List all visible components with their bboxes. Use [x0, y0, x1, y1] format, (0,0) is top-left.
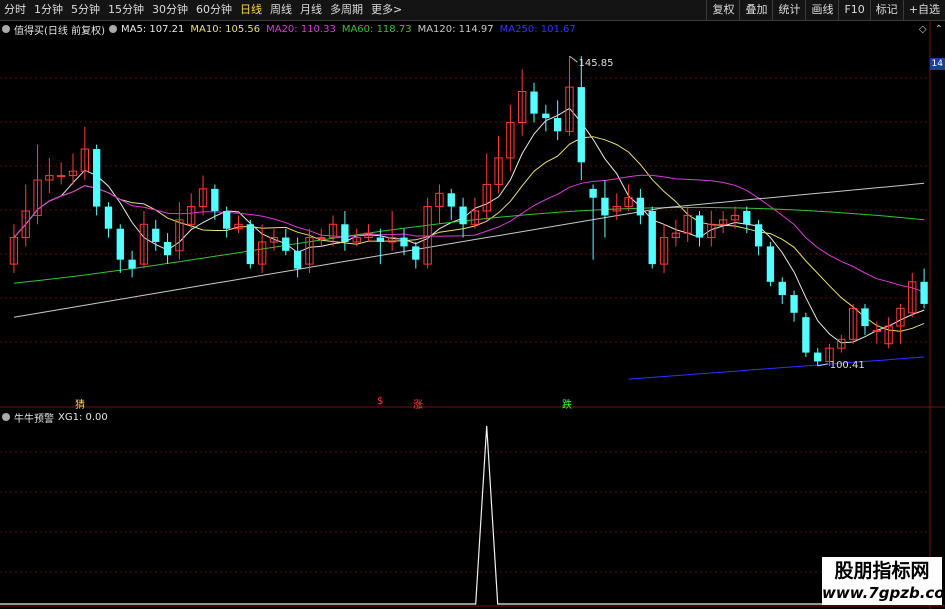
indicator-toggle-icon[interactable] [2, 413, 10, 421]
candle-body [790, 295, 798, 313]
high-label: 145.85 [578, 58, 613, 69]
candle-body [163, 241, 172, 256]
candle-body [293, 250, 302, 269]
legend-toggle-icon[interactable] [2, 25, 10, 33]
ma250-value: MA250: 101.67 [499, 23, 576, 35]
period-tab[interactable]: 15分钟 [104, 0, 148, 20]
candle-body [341, 224, 349, 242]
ma60-line [13, 206, 925, 284]
candle-body [246, 224, 254, 265]
period-tab[interactable]: 30分钟 [148, 0, 192, 20]
candle-body [152, 228, 160, 242]
sub-legend: 牛牛预警 XG1: 0.00 [2, 410, 108, 425]
signal-label: 跌 [562, 400, 572, 411]
candle-body [778, 281, 786, 296]
candle-body [447, 193, 455, 207]
high-pointer [569, 55, 578, 63]
candle-body [814, 352, 822, 362]
period-tab[interactable]: 5分钟 [67, 0, 104, 20]
candle-body [400, 237, 408, 247]
period-tab[interactable]: 分时 [0, 0, 30, 20]
candle-body [282, 237, 290, 251]
signal-label: 涨 [413, 400, 423, 411]
period-tab[interactable]: 60分钟 [192, 0, 236, 20]
candle-body [223, 211, 231, 229]
ma5-value: MA5: 107.21 [120, 23, 185, 35]
diamond-icon[interactable]: ◇ [919, 24, 927, 35]
ma120-value: MA120: 114.97 [417, 23, 494, 35]
candle-body [872, 329, 881, 332]
toolbar-button[interactable]: 叠加 [739, 0, 772, 20]
period-tab[interactable]: 日线 [236, 0, 266, 20]
candle-body [211, 188, 219, 211]
watermark-title: 股朋指标网 [834, 560, 930, 582]
candle-body [104, 206, 113, 229]
candle-body [128, 259, 136, 269]
ma20-line [13, 174, 925, 293]
watermark: 股朋指标网 www.7gpzb.com [822, 557, 945, 605]
ma10-value: MA10: 105.56 [190, 23, 261, 35]
candle-body [116, 228, 124, 260]
toolbar-button[interactable]: F10 [838, 0, 869, 20]
toolbar-button[interactable]: +自选 [902, 0, 945, 20]
toolbar-button[interactable]: 画线 [805, 0, 838, 20]
toolbar-button[interactable]: 统计 [772, 0, 805, 20]
period-tab[interactable]: 周线 [266, 0, 296, 20]
candle-body [861, 308, 869, 327]
candle-body [920, 281, 928, 304]
candle-body [530, 91, 538, 114]
xg1-line [0, 425, 930, 605]
ma120-line [13, 182, 925, 318]
candle-body [459, 206, 467, 225]
candle-body [695, 215, 704, 238]
candle-body [589, 188, 597, 198]
candle-body [802, 317, 810, 353]
ma5-line [13, 107, 925, 344]
right-controls: ◇ ⌃ [919, 22, 943, 36]
toolbar-buttons: 复权 叠加 统计 画线 F10 标记 +自选 [706, 0, 945, 20]
collapse-icon[interactable]: ⌃ [935, 24, 943, 35]
candle-body [636, 197, 645, 216]
low-label: 100.41 [830, 360, 865, 371]
kline-chart[interactable]: 145.85 100.41 [0, 20, 945, 609]
period-tab[interactable]: 更多> [367, 0, 406, 20]
candle-body [743, 211, 751, 225]
indicator-title: 牛牛预警 [14, 413, 54, 425]
price-tag: 14 [929, 58, 945, 70]
ma20-value: MA20: 110.33 [266, 23, 336, 35]
candle-body [542, 113, 550, 119]
candle-body [92, 149, 101, 207]
toolbar-button[interactable]: 复权 [706, 0, 739, 20]
ma250-line [628, 356, 925, 380]
candle-body [57, 175, 66, 178]
candle-body [766, 246, 775, 282]
candle-body [577, 87, 585, 163]
watermark-url: www.7gpzb.com [822, 584, 945, 602]
toolbar-button[interactable]: 标记 [869, 0, 903, 20]
candle-body [601, 197, 609, 216]
ma60-value: MA60: 118.73 [341, 23, 412, 35]
candle-body [376, 237, 385, 242]
stock-title: 值得买(日线 前复权) [14, 25, 105, 37]
period-tab[interactable]: 多周期 [326, 0, 367, 20]
ma-settings-icon[interactable] [108, 25, 117, 33]
signal-label: $ [377, 396, 384, 407]
signal-label: 猜 [75, 400, 85, 411]
candle-body [754, 224, 763, 247]
period-tab[interactable]: 月线 [296, 0, 326, 20]
period-toolbar: 分时 1分钟 5分钟 15分钟 30分钟 60分钟 日线 周线 月线 多周期 更多> 复权 叠加 统计画… [0, 0, 945, 21]
indicator-value: XG1: 0.00 [58, 411, 108, 423]
period-tab[interactable]: 1分钟 [30, 0, 67, 20]
candle-body [412, 246, 420, 260]
candle-body [317, 237, 326, 240]
main-legend: 值得买(日线 前复权) MA5: 107.21 MA10: 105.56 MA2… [2, 22, 582, 37]
period-tabs: 分时 1分钟 5分钟 15分钟 30分钟 60分钟 日线 周线 月线 多周期 更多> [0, 0, 406, 20]
candle-body [648, 211, 656, 265]
candle-body [553, 118, 562, 132]
